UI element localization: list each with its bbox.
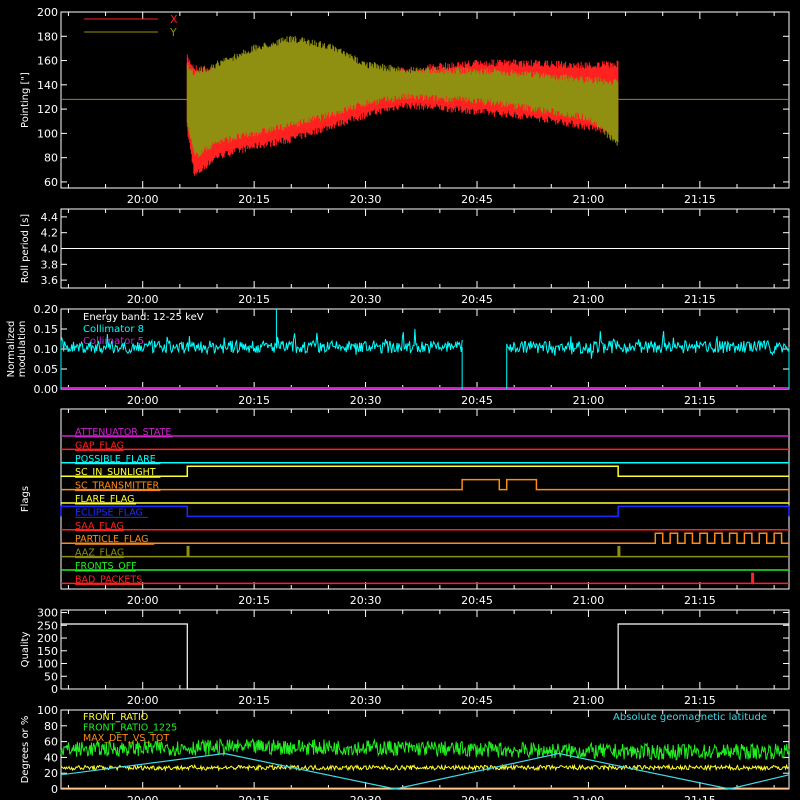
y-tick-label: 80: [44, 152, 58, 165]
figure: 20:00 20:15 20:30 20:45 21:00 21:15 60 80 100 120…: [0, 0, 800, 800]
flag-label-gap-flag: GAP_FLAG: [75, 440, 124, 451]
y-tick-label: 200: [37, 632, 58, 645]
y-tick-label: 250: [37, 619, 58, 632]
y-tick-label: 0.15: [34, 323, 59, 336]
legend-label-max-det-vs-tot: MAX_DET_VS_TOT: [83, 733, 169, 744]
y-tick-label: 40: [44, 751, 58, 764]
time-tick-label: 21:00: [573, 394, 605, 407]
flag-label-particle-flag: PARTICLE_FLAG: [75, 534, 148, 545]
time-tick-label: 20:15: [238, 293, 270, 306]
y-tick-label: 200: [37, 6, 58, 19]
time-tick-label: 21:15: [684, 694, 716, 707]
y-tick-label: 100: [37, 127, 58, 140]
flag-label-saa-flag: SAA_FLAG: [75, 521, 124, 532]
time-tick-label: 20:15: [238, 694, 270, 707]
y-tick-label: 160: [37, 55, 58, 68]
flag-label-fronts-off: FRONTS_OFF: [75, 561, 137, 572]
flag-label-flare-flag: FLARE_FLAG: [75, 494, 135, 505]
y-tick-label: 0.05: [34, 363, 59, 376]
time-tick-label: 20:45: [461, 394, 493, 407]
legend-label-y: Y: [169, 26, 177, 39]
time-tick-label: 21:15: [684, 293, 716, 306]
time-tick-label: 20:00: [127, 694, 159, 707]
flag-label-aaz-flag: AAZ_FLAG: [75, 548, 124, 559]
flag-label-sc-transmitter: SC_TRANSMITTER: [75, 481, 160, 492]
time-tick-label: 21:00: [573, 193, 605, 206]
time-tick-label: 21:15: [684, 394, 716, 407]
y-tick-label: 0: [51, 783, 58, 796]
y-tick-label: 0.10: [34, 343, 59, 356]
y-tick-label: 300: [37, 607, 58, 620]
y-axis-label: Degrees or %: [20, 716, 31, 784]
time-tick-label: 20:30: [350, 594, 382, 607]
time-tick-label: 20:00: [127, 594, 159, 607]
y-tick-label: 4.4: [41, 211, 59, 224]
y-tick-label: 100: [37, 658, 58, 671]
time-tick-label: 20:15: [238, 193, 270, 206]
y-tick-label: 3.8: [41, 258, 59, 271]
y-tick-label: 4.2: [41, 227, 59, 240]
y-axis-label: Pointing ["]: [20, 72, 31, 128]
y-axis-label: Normalized: [6, 321, 17, 378]
time-tick-label: 20:30: [350, 694, 382, 707]
y-tick-label: 100: [37, 704, 58, 717]
legend-label-geomagnetic-latitude: Absolute geomagnetic latitude: [613, 712, 767, 723]
flag-label-sc-in-sunlight: SC_IN_SUNLIGHT: [75, 467, 156, 478]
time-tick-label: 20:30: [350, 193, 382, 206]
time-tick-label: 21:00: [573, 594, 605, 607]
flag-label-attenuator-state: ATTENUATOR_STATE: [75, 427, 171, 438]
y-tick-label: 0: [51, 683, 58, 696]
flag-label-eclipse-flag: ECLIPSE_FLAG: [75, 507, 143, 518]
y-tick-label: 150: [37, 645, 58, 658]
y-tick-label: 120: [37, 103, 58, 116]
time-tick-label: 21:00: [573, 694, 605, 707]
legend-label-collimator-8: Collimator 8: [83, 324, 144, 335]
flag-label-bad-packets: BAD_PACKETS: [75, 574, 142, 585]
time-tick-label: 20:45: [461, 293, 493, 306]
y-tick-label: 0.20: [34, 303, 59, 316]
time-tick-label: 20:15: [238, 594, 270, 607]
time-tick-label: 20:00: [127, 193, 159, 206]
time-tick-label: 20:30: [350, 394, 382, 407]
y-axis-label: modulation: [17, 321, 28, 378]
y-tick-label: 50: [44, 670, 58, 683]
legend-label-collimator-5: Collimator 5: [83, 336, 144, 347]
legend-label-front-ratio: FRONT_RATIO: [83, 712, 148, 723]
time-tick-label: 20:45: [461, 594, 493, 607]
y-tick-label: 3.6: [41, 274, 59, 287]
time-tick-label: 20:30: [350, 794, 382, 800]
time-tick-label: 20:00: [127, 394, 159, 407]
y-axis-label: Flags: [20, 486, 31, 512]
y-tick-label: 80: [44, 720, 58, 733]
energy-band-label: Energy band: 12-25 keV: [83, 312, 204, 323]
y-axis-label: Quality: [20, 632, 31, 668]
y-tick-label: 4.0: [41, 243, 59, 256]
time-tick-label: 20:30: [350, 293, 382, 306]
y-tick-label: 60: [44, 176, 58, 189]
time-tick-label: 20:45: [461, 694, 493, 707]
legend-label-front-ratio-1225: FRONT_RATIO_1225: [83, 723, 177, 734]
time-tick-label: 21:00: [573, 293, 605, 306]
y-tick-label: 140: [37, 79, 58, 92]
time-tick-label: 20:15: [238, 794, 270, 800]
time-tick-label: 20:00: [127, 794, 159, 800]
time-tick-label: 20:15: [238, 394, 270, 407]
y-tick-label: 20: [44, 767, 58, 780]
time-tick-label: 21:00: [573, 794, 605, 800]
y-tick-label: 0.00: [34, 383, 59, 396]
time-tick-label: 20:00: [127, 293, 159, 306]
time-tick-label: 20:45: [461, 193, 493, 206]
flag-label-possible-flare: POSSIBLE_FLARE: [75, 454, 156, 465]
y-axis-label: Roll period [s]: [20, 214, 31, 283]
time-tick-label: 21:15: [684, 594, 716, 607]
time-tick-label: 21:15: [684, 193, 716, 206]
time-tick-label: 21:15: [684, 794, 716, 800]
legend-label-x: X: [170, 13, 178, 26]
time-tick-label: 20:45: [461, 794, 493, 800]
y-tick-label: 180: [37, 30, 58, 43]
y-tick-label: 60: [44, 736, 58, 749]
figure-background: [0, 0, 800, 800]
